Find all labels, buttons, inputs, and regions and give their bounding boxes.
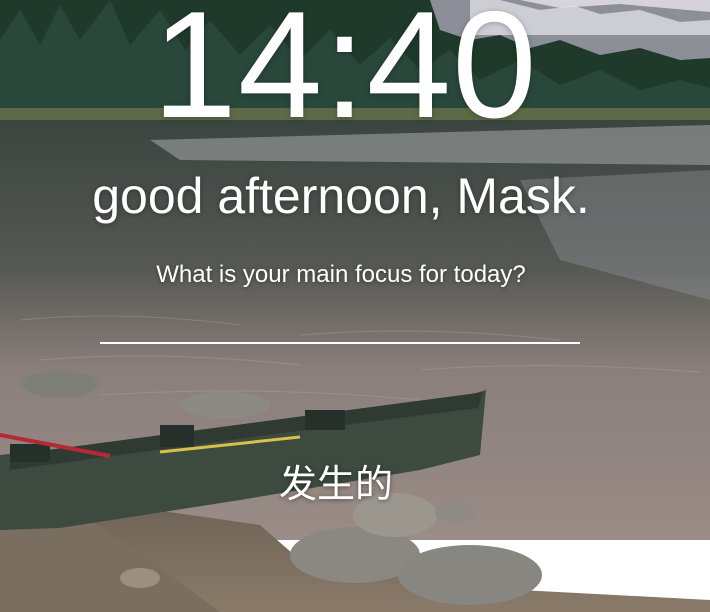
greeting-text: good afternoon, Mask. (92, 168, 590, 224)
quote-text: 发生的 (278, 462, 393, 506)
focus-prompt: What is your main focus for today? (156, 261, 526, 288)
clock-time: 14:40 (152, 0, 538, 150)
focus-input[interactable] (100, 304, 580, 344)
